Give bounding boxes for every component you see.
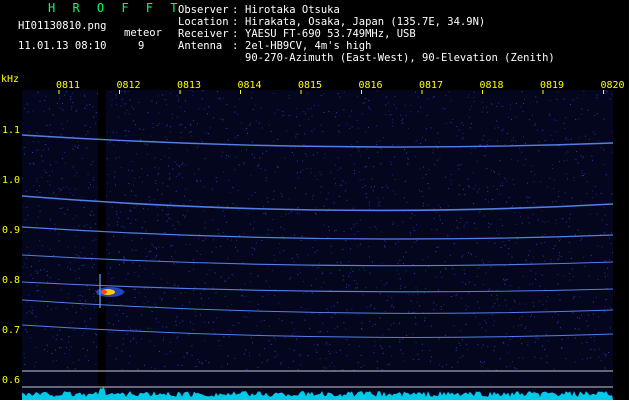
noise-speckle <box>22 90 613 371</box>
x-tick-label: 0820 <box>600 80 625 91</box>
signal-trace <box>22 254 613 267</box>
meteor-count: 9 <box>138 40 145 52</box>
x-tick-label: 0813 <box>177 80 202 91</box>
y-tick-label: 0.8 <box>2 275 21 286</box>
data-gap <box>98 90 106 400</box>
type-label: meteor <box>124 27 162 39</box>
x-tick-label: 0812 <box>116 80 141 91</box>
antenna-value: 2el-HB9CV, 4m's high <box>245 40 372 52</box>
x-tick-label: 0819 <box>540 80 565 91</box>
frequency-axis <box>0 72 22 400</box>
file-name: HI01130810.png <box>18 20 107 32</box>
file-datetime: 11.01.13 08:10 <box>18 40 107 52</box>
header-panel: H R O F F T HI01130810.png meteor 11.01.… <box>0 0 629 72</box>
y-tick-label: 0.9 <box>2 225 21 236</box>
receiver-label: Receiver <box>178 28 229 40</box>
signal-trace <box>22 134 613 148</box>
signal-trace <box>22 226 613 240</box>
y-tick-label: 0.7 <box>2 325 21 336</box>
y-tick-label: 1.1 <box>2 125 21 136</box>
observer-label: Observer <box>178 4 229 16</box>
signal-trace <box>22 324 613 338</box>
location-label: Location <box>178 16 229 28</box>
spectrogram-overlay <box>22 90 613 400</box>
noise-floor <box>22 387 613 400</box>
antenna-orientation: 90-270-Azimuth (East-West), 90-Elevation… <box>245 52 555 64</box>
signal-trace <box>22 299 613 314</box>
meteor-head <box>101 290 107 294</box>
program-title: H R O F F T <box>48 1 183 15</box>
x-tick-label: 0815 <box>298 80 323 91</box>
location-value: Hirakata, Osaka, Japan (135.7E, 34.9N) <box>245 16 486 28</box>
y-tick-label: 0.6 <box>2 375 21 386</box>
x-tick-label: 0818 <box>479 80 504 91</box>
receiver-value: YAESU FT-690 53.749MHz, USB <box>245 28 416 40</box>
x-tick-label: 0816 <box>358 80 383 91</box>
observer-value: Hirotaka Otsuka <box>245 4 340 16</box>
x-tick-label: 0811 <box>56 80 81 91</box>
x-tick-label: 0814 <box>237 80 262 91</box>
x-tick-label: 0817 <box>419 80 444 91</box>
y-tick-label: 1.0 <box>2 175 21 186</box>
antenna-label: Antenna <box>178 40 223 52</box>
